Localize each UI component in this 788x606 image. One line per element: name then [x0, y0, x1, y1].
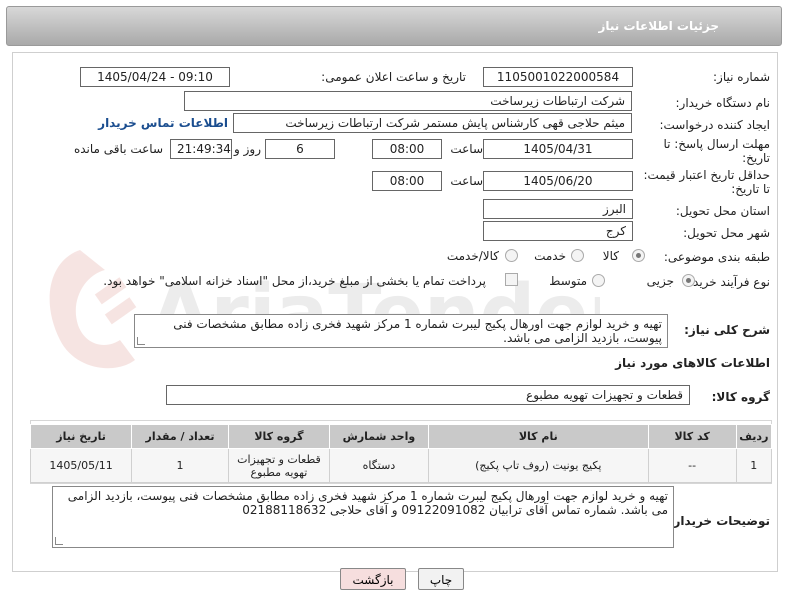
col-name: نام کالا [427, 424, 649, 449]
cell-need-date: 1405/05/11 [29, 448, 133, 483]
buyer-notes-textarea[interactable]: تهیه و خرید لوازم جهت اورهال پکیج لیبرت … [52, 486, 674, 548]
page-title: جزئیات اطلاعات نیاز [598, 19, 719, 33]
resize-grip-icon[interactable] [55, 537, 63, 545]
price-date-field: 1405/06/20 [483, 171, 633, 191]
cell-name: پکیج یونیت (روف تاپ پکیج) [427, 448, 649, 483]
remaining-label: ساعت باقی مانده [73, 142, 163, 156]
process-type-label: نوع فرآیند خرید : [685, 275, 770, 289]
announce-label: تاریخ و ساعت اعلان عمومی: [321, 70, 466, 84]
summary-textarea[interactable]: تهیه و خرید لوازم جهت اورهال پکیج لیبرت … [134, 314, 668, 348]
table-row: 1 -- پکیج یونیت (روف تاپ پکیج) دستگاه قط… [29, 448, 773, 483]
need-number-field: 1105001022000584 [483, 67, 633, 87]
price-time-label: ساعت [450, 174, 483, 188]
creator-field: میثم حلاجی قهی کارشناس پایش مستمر شرکت ا… [233, 113, 632, 133]
col-code: کد کالا [647, 424, 737, 449]
category-both-label: کالا/خدمت [446, 249, 499, 263]
buyer-notes-text: تهیه و خرید لوازم جهت اورهال پکیج لیبرت … [67, 489, 668, 517]
print-button[interactable]: چاپ [418, 568, 464, 590]
city-label: شهر محل تحویل: [683, 226, 770, 240]
items-table: ردیف کد کالا نام کالا واحد شمارش گروه کا… [29, 424, 773, 483]
creator-label: ایجاد کننده درخواست: [659, 118, 770, 132]
category-label: طبقه بندی موضوعی: [663, 250, 770, 264]
items-table-header: ردیف کد کالا نام کالا واحد شمارش گروه کا… [29, 424, 773, 449]
col-need-date: تاریخ نیاز [29, 424, 133, 449]
remaining-time-field: 21:49:34 [170, 139, 232, 159]
deadline-time-label: ساعت [450, 142, 483, 156]
col-row: ردیف [735, 424, 773, 449]
announce-field: 1405/04/24 - 09:10 [80, 67, 230, 87]
treasury-payment-checkbox[interactable] [505, 273, 518, 286]
page-header: جزئیات اطلاعات نیاز [6, 6, 782, 46]
category-service-radio[interactable] [571, 249, 584, 262]
process-medium-label: متوسط [549, 274, 587, 288]
buyer-notes-label: توضیحات خریدار: [668, 514, 770, 528]
summary-text: تهیه و خرید لوازم جهت اورهال پکیج لیبرت … [173, 317, 662, 345]
back-button[interactable]: بازگشت [340, 568, 406, 590]
cell-code: -- [647, 448, 737, 483]
col-group: گروه کالا [227, 424, 330, 449]
price-validity-label: حداقل تاریخ اعتبار قیمت: [643, 168, 770, 182]
treasury-payment-note: پرداخت تمام یا بخشی از مبلغ خرید،از محل … [103, 274, 486, 288]
days-label: روز و [234, 142, 261, 156]
cell-quantity: 1 [131, 448, 229, 483]
category-goods-label: کالا [602, 249, 619, 263]
city-field: کرج [483, 221, 633, 241]
col-quantity: تعداد / مقدار [131, 424, 229, 449]
resize-grip-icon[interactable] [137, 337, 145, 345]
price-time-field: 08:00 [372, 171, 442, 191]
process-minor-radio[interactable] [682, 274, 695, 287]
need-number-label: شماره نیاز: [713, 70, 770, 84]
buyer-contact-link[interactable]: اطلاعات تماس خریدار [98, 116, 228, 130]
buyer-org-field: شرکت ارتباطات زیرساخت [184, 91, 632, 111]
price-validity-label-date: تا تاریخ: [731, 182, 770, 196]
province-label: استان محل تحویل: [675, 204, 770, 218]
col-unit: واحد شمارش [328, 424, 429, 449]
province-field: البرز [483, 199, 633, 219]
deadline-date-field: 1405/04/31 [483, 139, 633, 159]
process-minor-label: جزیی [646, 274, 674, 288]
deadline-label: مهلت ارسال پاسخ: تا [663, 137, 770, 151]
days-field: 6 [265, 139, 335, 159]
category-goods-radio[interactable] [632, 249, 645, 262]
deadline-time-field: 08:00 [372, 139, 442, 159]
goods-group-label: گروه کالا: [711, 390, 770, 404]
goods-info-heading: اطلاعات کالاهای مورد نیاز [615, 356, 770, 370]
deadline-label-date: تاریخ: [742, 151, 770, 165]
cell-group: قطعات و تجهیزات تهویه مطبوع [227, 448, 330, 483]
process-medium-radio[interactable] [592, 274, 605, 287]
category-service-label: خدمت [534, 249, 566, 263]
buyer-org-label: نام دستگاه خریدار: [675, 96, 771, 110]
cell-unit: دستگاه [328, 448, 429, 483]
cell-row: 1 [735, 448, 773, 483]
category-both-radio[interactable] [505, 249, 518, 262]
summary-label: شرح کلی نیاز: [684, 323, 770, 337]
goods-group-field: قطعات و تجهیزات تهویه مطبوع [166, 385, 690, 405]
